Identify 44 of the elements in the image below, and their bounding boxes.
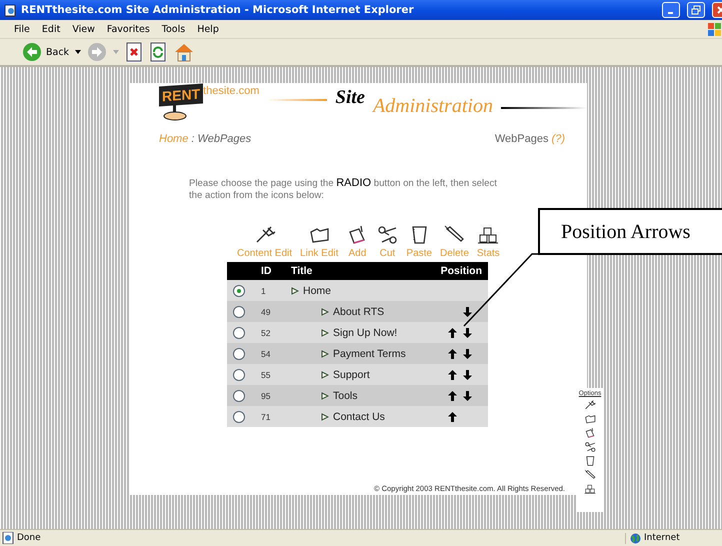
page-title: Tools: [333, 390, 358, 402]
menu-item[interactable]: View: [72, 22, 95, 36]
id-cell: 1: [261, 286, 266, 296]
menu-item[interactable]: Edit: [42, 22, 60, 36]
id-cell: 55: [261, 370, 270, 380]
menu-item[interactable]: Tools: [162, 22, 186, 36]
admin-heading: Administration: [372, 95, 493, 118]
action-link[interactable]: Cut: [380, 248, 396, 259]
page-title: About RTS: [333, 306, 384, 318]
help-link[interactable]: (?): [552, 133, 565, 145]
zone-text: Internet: [644, 533, 680, 543]
page-title: Payment Terms: [333, 348, 406, 360]
action-link[interactable]: Delete: [440, 248, 469, 259]
column-header: Title: [291, 265, 312, 277]
id-cell: 49: [261, 306, 270, 316]
action-link[interactable]: Stats: [476, 248, 500, 259]
id-cell: 52: [261, 328, 270, 338]
column-header: ID: [261, 265, 272, 277]
back-button[interactable]: Back: [22, 42, 70, 62]
instructions-text: Please choose the page using the RADIO button on the left, then select the action from the icons below:: [189, 177, 498, 202]
page-title: Support: [333, 368, 370, 380]
menu-item[interactable]: Help: [197, 22, 219, 36]
page-title: Contact Us: [333, 410, 385, 422]
callout-label: Position Arrows: [538, 208, 722, 255]
id-cell: 54: [261, 348, 270, 358]
id-cell: 71: [261, 412, 270, 422]
menu-item[interactable]: File: [14, 22, 30, 36]
logo-sign: RENT: [159, 83, 204, 107]
breadcrumb-text: : WebPages: [191, 133, 252, 145]
logo-domain: thesite.com: [203, 85, 260, 97]
column-header: Position: [440, 265, 482, 277]
section-label: WebPages: [494, 133, 548, 145]
id-cell: 95: [261, 390, 270, 400]
window-title: RENTthesite.com Site Administration - Microsoft Internet Explorer: [21, 4, 415, 16]
site-heading: Site: [335, 87, 365, 109]
page-title: Home: [303, 284, 332, 296]
page-title: Sign Up Now!: [333, 326, 398, 338]
action-link[interactable]: Link Edit: [300, 248, 338, 259]
action-link[interactable]: Paste: [406, 248, 432, 259]
action-link[interactable]: Content Edit: [237, 248, 292, 259]
home-link[interactable]: Home: [159, 133, 188, 145]
menu-item[interactable]: Favorites: [106, 22, 150, 36]
status-text: Done: [17, 533, 41, 543]
action-link[interactable]: Add: [348, 248, 366, 259]
